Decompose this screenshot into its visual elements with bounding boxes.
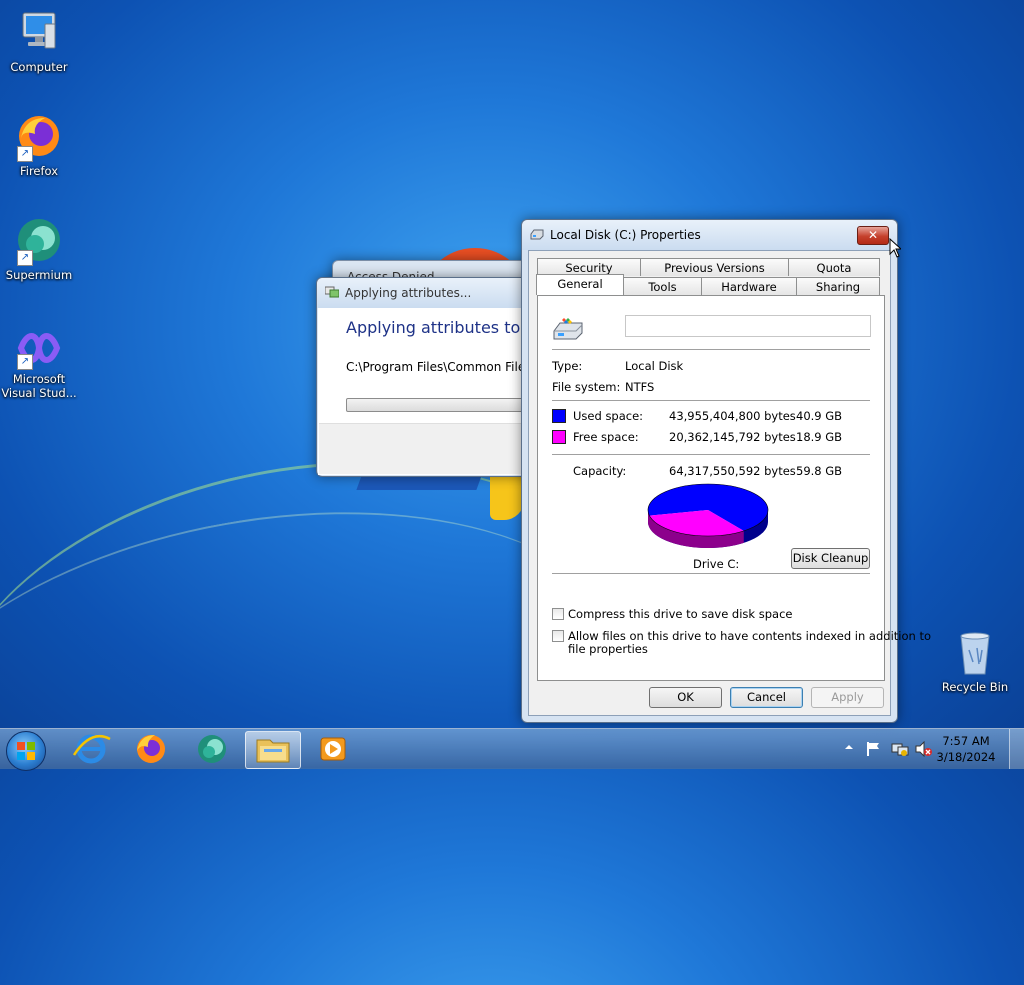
taskbar-media-player[interactable] [306,731,360,767]
tab-general[interactable]: General [536,274,624,295]
visual-studio-icon: ↗ [15,328,63,370]
capacity-bytes: 64,317,550,592 bytes [669,464,796,478]
drive-label: Drive C: [693,557,740,571]
firefox-icon [137,735,165,763]
clock-time: 7:57 AM [942,734,990,748]
applying-attributes-dialog[interactable]: Applying attributes... Applying attribut… [316,277,538,477]
apply-title: Applying attributes... [345,286,472,300]
drive-icon [553,318,583,340]
type-label: Type: [552,359,583,373]
disk-usage-pie-chart [647,483,769,548]
desktop-icon-firefox[interactable]: ↗ Firefox [0,112,79,178]
taskbar-file-explorer[interactable] [245,731,301,769]
mouse-cursor-icon [889,238,901,258]
desktop-icon-computer[interactable]: Computer [0,8,79,74]
file-explorer-icon [256,739,290,763]
show-hidden-icons-button[interactable] [844,741,854,755]
desktop-icon-recycle-bin[interactable]: Recycle Bin [935,630,1015,694]
compress-label: Compress this drive to save disk space [568,607,793,621]
free-space-bytes: 20,362,145,792 bytes [669,430,796,444]
taskbar-internet-explorer[interactable] [64,731,118,767]
props-title: Local Disk (C:) Properties [550,228,701,242]
capacity-gb: 59.8 GB [796,464,843,478]
internet-explorer-icon [72,734,111,764]
index-checkbox[interactable] [552,630,564,642]
apply-footer [319,423,535,474]
apply-path: C:\Program Files\Common Files\ [346,360,536,374]
used-space-label: Used space: [573,409,644,423]
local-disk-properties-dialog[interactable]: Local Disk (C:) Properties ✕ Security Pr… [521,219,931,723]
free-space-label: Free space: [573,430,639,444]
supermium-icon [198,735,226,763]
separator [552,573,870,574]
desktop-icon-supermium[interactable]: ↗ Supermium [0,216,79,282]
tab-sharing[interactable]: Sharing [796,277,880,295]
clock-date: 3/18/2024 [936,750,996,764]
system-clock[interactable]: 7:57 AM 3/18/2024 [930,733,1002,765]
close-icon: ✕ [867,228,879,242]
tab-hardware[interactable]: Hardware [701,277,797,295]
desktop-icon-label: Microsoft Visual Stud... [1,372,77,400]
index-label-line2: file properties [568,642,648,656]
compress-checkbox[interactable] [552,608,564,620]
free-space-gb: 18.9 GB [796,430,843,444]
desktop-icon-visual-studio[interactable]: ↗ Microsoft Visual Stud... [0,328,79,400]
used-space-swatch [552,409,566,423]
used-space-gb: 40.9 GB [796,409,843,423]
apply-progress-bar [346,398,538,412]
file-system-value: NTFS [625,380,655,394]
windows-logo-icon [17,742,35,760]
apply-body: Applying attributes to: C:\Program Files… [318,308,538,475]
taskbar-firefox[interactable] [124,731,178,767]
used-space-bytes: 43,955,404,800 bytes [669,409,796,423]
tab-previous-versions[interactable]: Previous Versions [640,258,789,276]
apply-button[interactable]: Apply [811,687,884,708]
separator [552,400,870,401]
shortcut-arrow-icon: ↗ [17,354,33,370]
type-value: Local Disk [625,359,684,373]
computer-icon [15,8,63,56]
firefox-icon: ↗ [15,112,63,162]
desktop-icon-label: Computer [10,60,68,74]
wallpaper-logo-yellow [490,475,524,520]
attributes-icon [325,286,339,298]
taskbar: 7:57 AM 3/18/2024 [0,728,1024,771]
apply-titlebar[interactable]: Applying attributes... [317,278,537,308]
drive-name-input[interactable] [625,315,871,337]
supermium-icon: ↗ [15,216,63,266]
ok-button[interactable]: OK [649,687,722,708]
drive-icon [530,229,544,240]
free-space-swatch [552,430,566,444]
props-client: Security Previous Versions Quota General… [528,250,931,716]
capacity-label: Capacity: [573,464,627,478]
shortcut-arrow-icon: ↗ [17,146,33,162]
network-icon[interactable] [891,741,909,760]
general-panel: Type: Local Disk File system: NTFS Used … [537,295,931,681]
show-desktop-button[interactable] [1009,729,1024,769]
apply-heading: Applying attributes to: [346,318,526,337]
desktop-icon-label: Recycle Bin [941,680,1009,694]
desktop-icon-label: Supermium [5,268,73,282]
taskbar-supermium[interactable] [185,731,239,767]
start-button[interactable] [6,731,46,771]
action-center-icon[interactable] [866,741,882,760]
desktop-icon-label: Firefox [19,164,59,178]
tab-quota[interactable]: Quota [788,258,880,276]
media-player-icon [320,737,346,761]
separator [552,454,870,455]
index-label-line1: Allow files on this drive to have conten… [568,629,931,643]
cancel-button[interactable]: Cancel [730,687,803,708]
disk-cleanup-button[interactable]: Disk Cleanup [791,548,870,569]
shortcut-arrow-icon: ↗ [17,250,33,266]
close-button[interactable]: ✕ [857,226,889,245]
chevron-up-icon [845,745,853,749]
props-titlebar[interactable]: Local Disk (C:) Properties ✕ [522,220,897,250]
tab-tools[interactable]: Tools [623,277,702,295]
file-system-label: File system: [552,380,621,394]
recycle-bin-icon [951,630,999,676]
separator [552,349,870,350]
